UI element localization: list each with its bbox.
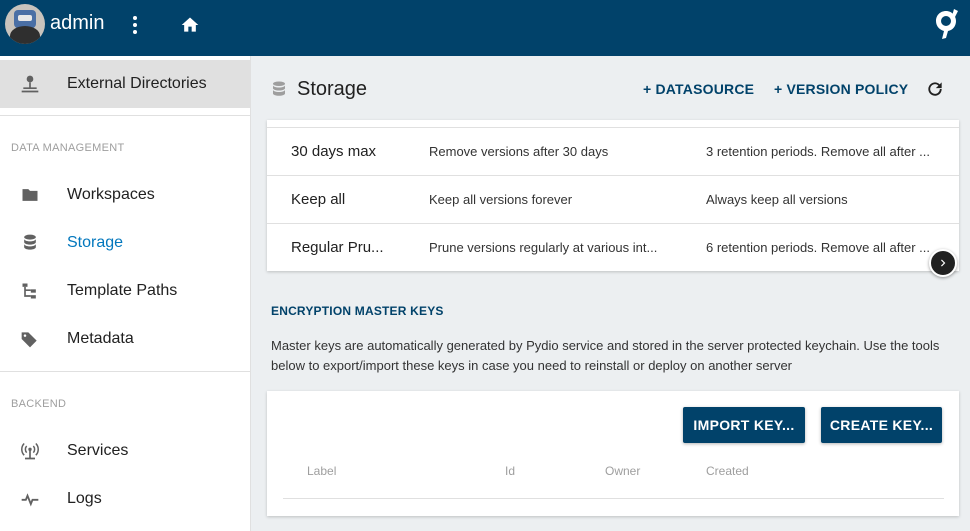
version-policies-table: 30 days max Remove versions after 30 day…: [267, 120, 959, 271]
sidebar-item-label: Logs: [67, 490, 102, 507]
divider: [0, 371, 251, 372]
policy-description: Remove versions after 30 days: [429, 144, 609, 159]
folder-icon: [22, 189, 38, 201]
more-vert-icon[interactable]: [128, 13, 142, 37]
sidebar-item-label: Template Paths: [67, 282, 178, 299]
username[interactable]: admin: [50, 12, 104, 35]
sidebar-item-label: External Directories: [67, 75, 207, 92]
sidebar-item-label: Workspaces: [67, 186, 155, 203]
divider: [283, 498, 944, 499]
avatar[interactable]: [5, 4, 45, 44]
top-bar: admin: [0, 0, 970, 56]
access-point-icon: [21, 442, 39, 460]
divider: [0, 115, 251, 116]
database-icon: [24, 234, 36, 250]
sidebar-item-storage[interactable]: Storage: [0, 219, 251, 267]
sidebar: External Directories DATA MANAGEMENT Wor…: [0, 56, 251, 531]
sidebar-item-label: Services: [67, 442, 129, 459]
sidebar-item-logs[interactable]: Logs: [0, 475, 251, 523]
tags-icon: [21, 332, 37, 348]
avatar-robot-body: [10, 26, 40, 44]
sidebar-item-services[interactable]: Services: [0, 427, 251, 475]
table-row[interactable]: 30 days max Remove versions after 30 day…: [267, 127, 959, 175]
database-icon: [273, 81, 285, 96]
column-header-label[interactable]: Label: [307, 464, 336, 478]
file-tree-icon: [22, 283, 36, 299]
directory-icon: [21, 75, 39, 93]
column-header-created[interactable]: Created: [706, 464, 749, 478]
policy-name: Regular Pru...: [291, 239, 384, 256]
sidebar-item-metadata[interactable]: Metadata: [0, 315, 251, 363]
policy-name: 30 days max: [291, 143, 377, 160]
create-key-button[interactable]: CREATE KEY...: [821, 407, 942, 443]
refresh-icon[interactable]: [925, 79, 945, 99]
section-title-encryption: ENCRYPTION MASTER KEYS: [271, 304, 444, 318]
policy-retention: 6 retention periods. Remove all after ..…: [706, 240, 931, 255]
policy-retention: Always keep all versions: [706, 192, 848, 207]
pydio-logo-icon[interactable]: [930, 7, 962, 43]
sidebar-item-workspaces[interactable]: Workspaces: [0, 171, 251, 219]
scroll-right-button[interactable]: [929, 249, 957, 277]
add-version-policy-button[interactable]: + VERSION POLICY: [774, 81, 908, 97]
section-header-backend: BACKEND: [11, 398, 67, 410]
column-header-id[interactable]: Id: [505, 464, 515, 478]
home-icon[interactable]: [180, 15, 200, 35]
table-row[interactable]: Keep all Keep all versions forever Alway…: [267, 175, 959, 223]
pulse-icon: [21, 493, 39, 507]
add-datasource-button[interactable]: + DATASOURCE: [643, 81, 754, 97]
chevron-right-icon: [941, 259, 946, 267]
sidebar-item-label: Storage: [67, 234, 124, 251]
section-header-data-management: DATA MANAGEMENT: [11, 142, 125, 154]
page-title: Storage: [297, 78, 368, 100]
policy-name: Keep all: [291, 191, 346, 208]
table-row[interactable]: Regular Pru... Prune versions regularly …: [267, 223, 959, 271]
column-header-owner[interactable]: Owner: [605, 464, 640, 478]
sidebar-item-label: Metadata: [67, 330, 134, 347]
policy-description: Prune versions regularly at various int.…: [429, 240, 658, 255]
sidebar-item-external-directories[interactable]: External Directories: [0, 60, 251, 108]
avatar-robot-eyes: [18, 15, 32, 21]
encryption-description: Master keys are automatically generated …: [271, 338, 940, 373]
sidebar-item-template-paths[interactable]: Template Paths: [0, 267, 251, 315]
policy-description: Keep all versions forever: [429, 192, 573, 207]
import-key-button[interactable]: IMPORT KEY...: [683, 407, 805, 443]
policy-retention: 3 retention periods. Remove all after ..…: [706, 144, 931, 159]
